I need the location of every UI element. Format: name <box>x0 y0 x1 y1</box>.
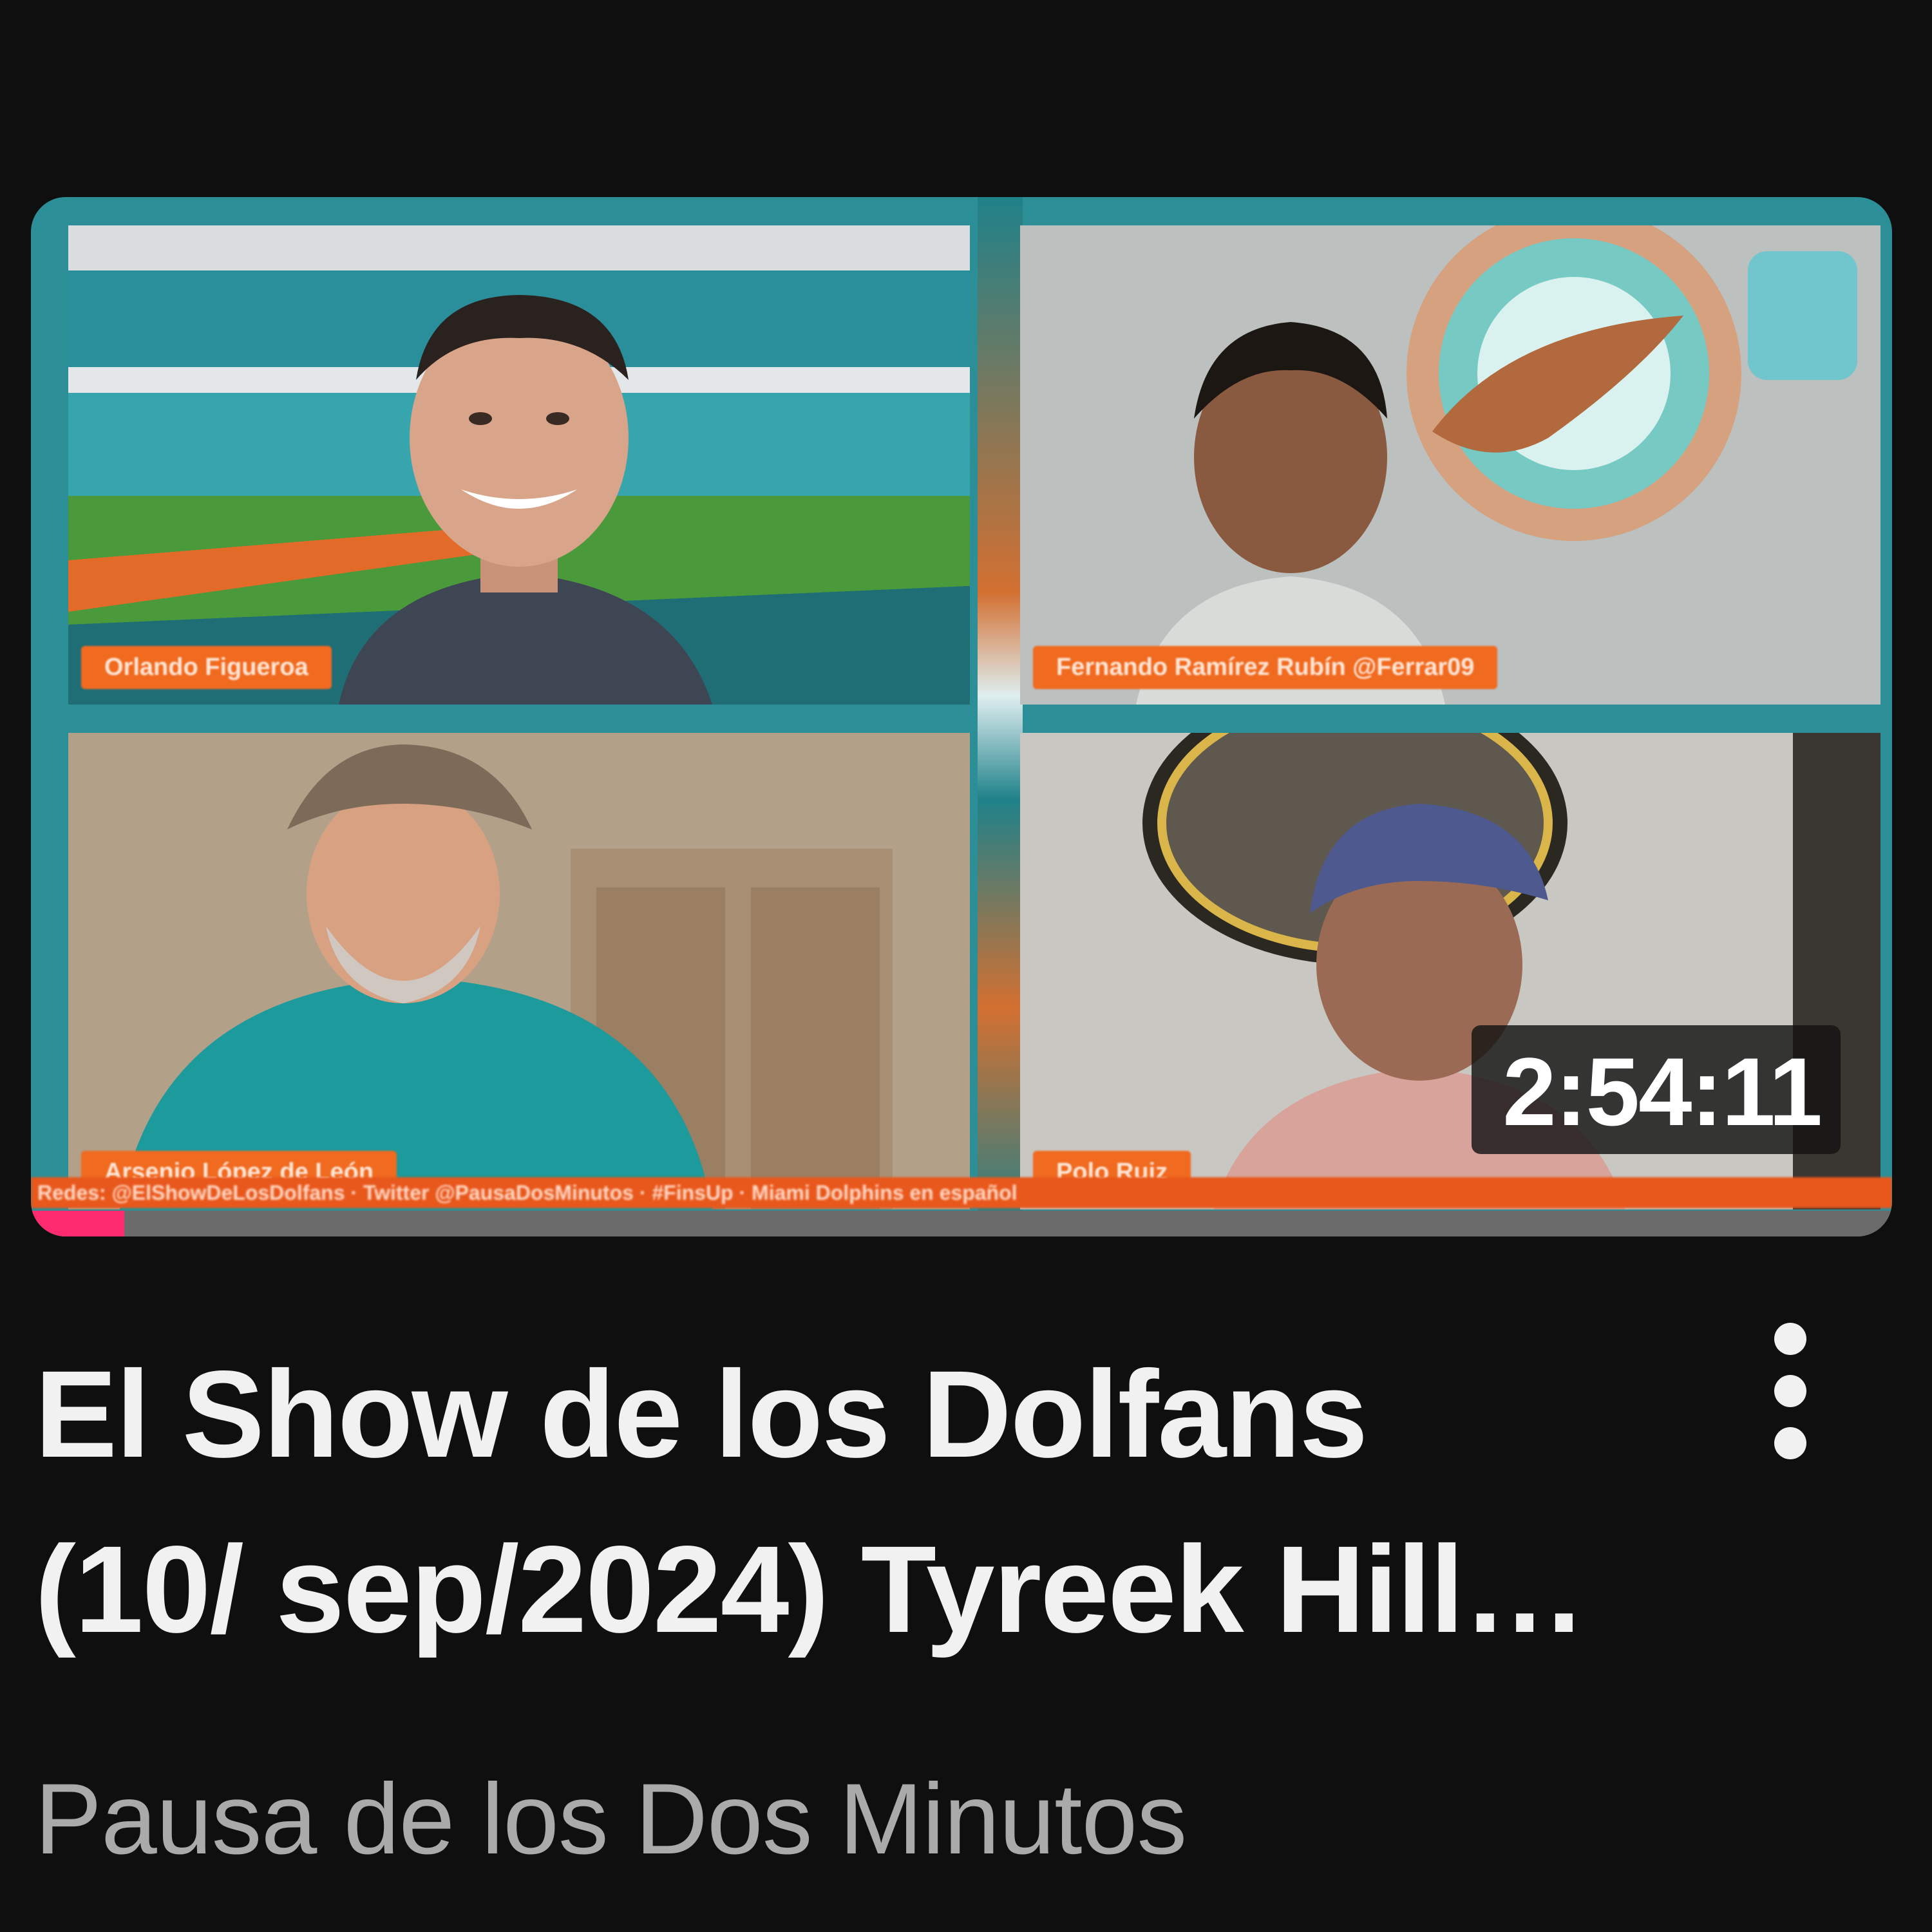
news-ticker: Redes: @ElShowDeLosDolfans · Twitter @Pa… <box>31 1177 1892 1208</box>
stadium-scene <box>68 225 970 705</box>
more-vert-icon-dot <box>1774 1375 1806 1407</box>
thumbnail-panel-top-right: Fernando Ramírez Rubín @Ferrar09 <box>1020 225 1880 705</box>
participant-name-tag: Fernando Ramírez Rubín @Ferrar09 <box>1033 646 1498 689</box>
more-vert-icon-dot <box>1774 1427 1806 1459</box>
watch-progress-fill <box>31 1211 124 1236</box>
frame-stripe <box>978 197 1023 1236</box>
more-vert-icon <box>1774 1323 1806 1355</box>
room-scene-left <box>68 733 970 1209</box>
thumbnail-panel-bottom-left: Arsenio López de León <box>68 733 970 1209</box>
watch-progress-bar <box>31 1211 1892 1236</box>
participant-name-tag: Orlando Figueroa <box>81 646 332 689</box>
more-actions-button[interactable] <box>1739 1307 1842 1475</box>
dolphin-logo-scene <box>1020 225 1880 705</box>
thumbnail-panel-top-left: Orlando Figueroa <box>68 225 970 705</box>
video-title[interactable]: El Show de los Dolfans (10/ sep/2024) Ty… <box>35 1327 1593 1677</box>
channel-name[interactable]: Pausa de los Dos Minutos <box>35 1758 1187 1880</box>
video-thumbnail[interactable]: Orlando Figueroa Fernando Ramírez Rubín … <box>31 197 1892 1236</box>
duration-badge: 2:54:11 <box>1472 1025 1841 1154</box>
